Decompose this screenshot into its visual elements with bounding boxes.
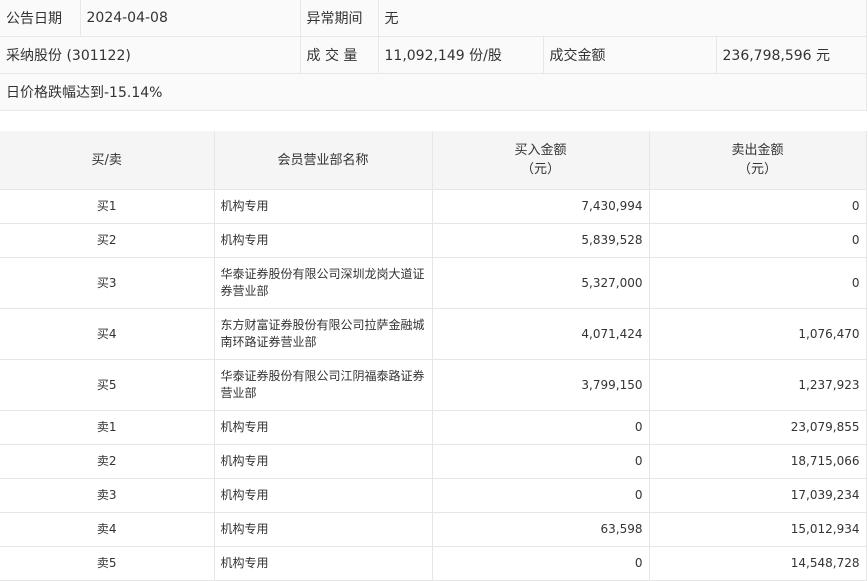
row-branch: 机构专用 xyxy=(214,410,433,445)
table-row: 买1 机构专用 7,430,994 0 xyxy=(0,189,867,224)
buy-amount-header-unit: （元） xyxy=(520,162,560,177)
row-side: 卖4 xyxy=(0,512,215,547)
row-sell-amount: 1,237,923 xyxy=(649,359,867,411)
info-table: 公告日期 2024-04-08 异常期间 无 采纳股份 (301122) 成 交… xyxy=(0,0,867,111)
row-branch: 机构专用 xyxy=(214,512,433,547)
volume-label: 成 交 量 xyxy=(300,36,379,74)
table-row: 卖3 机构专用 0 17,039,234 xyxy=(0,478,867,513)
info-row-stock: 采纳股份 (301122) 成 交 量 11,092,149 份/股 成交金额 … xyxy=(0,36,867,74)
row-side: 买5 xyxy=(0,359,215,411)
reason-text: 日价格跌幅达到-15.14% xyxy=(0,73,867,111)
row-sell-amount: 0 xyxy=(649,223,867,258)
row-branch: 华泰证券股份有限公司深圳龙岗大道证券营业部 xyxy=(214,257,433,309)
row-sell-amount: 0 xyxy=(649,189,867,224)
row-branch: 机构专用 xyxy=(214,478,433,513)
buy-amount-header-text: 买入金额 xyxy=(514,143,567,158)
row-side: 卖3 xyxy=(0,478,215,513)
row-side: 买3 xyxy=(0,257,215,309)
side-header: 买/卖 xyxy=(0,131,215,190)
row-buy-amount: 63,598 xyxy=(432,512,650,547)
row-branch: 东方财富证券股份有限公司拉萨金融城南环路证券营业部 xyxy=(214,308,433,360)
stock-name: 采纳股份 (301122) xyxy=(0,36,301,74)
row-side: 买1 xyxy=(0,189,215,224)
abnormal-period-value: 无 xyxy=(378,0,867,37)
row-buy-amount: 0 xyxy=(432,444,650,479)
amount-value: 236,798,596 元 xyxy=(716,36,867,74)
row-buy-amount: 5,839,528 xyxy=(432,223,650,258)
table-row: 买4 东方财富证券股份有限公司拉萨金融城南环路证券营业部 4,071,424 1… xyxy=(0,308,867,360)
table-row: 买2 机构专用 5,839,528 0 xyxy=(0,223,867,258)
amount-label: 成交金额 xyxy=(543,36,717,74)
row-side: 买2 xyxy=(0,223,215,258)
volume-value: 11,092,149 份/股 xyxy=(378,36,544,74)
row-branch: 机构专用 xyxy=(214,189,433,224)
row-buy-amount: 4,071,424 xyxy=(432,308,650,360)
announce-date-label: 公告日期 xyxy=(0,0,81,37)
table-row: 卖1 机构专用 0 23,079,855 xyxy=(0,410,867,445)
table-row: 卖4 机构专用 63,598 15,012,934 xyxy=(0,512,867,547)
row-branch: 机构专用 xyxy=(214,546,433,581)
row-buy-amount: 5,327,000 xyxy=(432,257,650,309)
table-row: 卖2 机构专用 0 18,715,066 xyxy=(0,444,867,479)
row-side: 卖1 xyxy=(0,410,215,445)
row-buy-amount: 0 xyxy=(432,410,650,445)
row-sell-amount: 17,039,234 xyxy=(649,478,867,513)
sell-amount-header: 卖出金额 （元） xyxy=(649,131,867,190)
row-buy-amount: 0 xyxy=(432,478,650,513)
info-row-date: 公告日期 2024-04-08 异常期间 无 xyxy=(0,0,867,37)
buy-amount-header: 买入金额 （元） xyxy=(432,131,650,190)
row-sell-amount: 1,076,470 xyxy=(649,308,867,360)
row-buy-amount: 3,799,150 xyxy=(432,359,650,411)
row-side: 卖2 xyxy=(0,444,215,479)
announce-date-value: 2024-04-08 xyxy=(80,0,301,37)
row-branch: 机构专用 xyxy=(214,444,433,479)
table-row: 卖5 机构专用 0 14,548,728 xyxy=(0,546,867,581)
abnormal-period-label: 异常期间 xyxy=(300,0,379,37)
row-sell-amount: 23,079,855 xyxy=(649,410,867,445)
row-sell-amount: 18,715,066 xyxy=(649,444,867,479)
row-buy-amount: 0 xyxy=(432,546,650,581)
row-sell-amount: 15,012,934 xyxy=(649,512,867,547)
row-sell-amount: 14,548,728 xyxy=(649,546,867,581)
trade-table: 买/卖 会员营业部名称 买入金额 （元） 卖出金额 （元） 买1 机构专用 7,… xyxy=(0,131,867,581)
trade-table-header: 买/卖 会员营业部名称 买入金额 （元） 卖出金额 （元） xyxy=(0,131,867,190)
table-row: 买5 华泰证券股份有限公司江阴福泰路证券营业部 3,799,150 1,237,… xyxy=(0,359,867,411)
row-side: 卖5 xyxy=(0,546,215,581)
row-sell-amount: 0 xyxy=(649,257,867,309)
sell-amount-header-text: 卖出金额 xyxy=(731,143,784,158)
sell-amount-header-unit: （元） xyxy=(737,162,777,177)
row-branch: 机构专用 xyxy=(214,223,433,258)
info-row-reason: 日价格跌幅达到-15.14% xyxy=(0,73,867,111)
row-branch: 华泰证券股份有限公司江阴福泰路证券营业部 xyxy=(214,359,433,411)
table-row: 买3 华泰证券股份有限公司深圳龙岗大道证券营业部 5,327,000 0 xyxy=(0,257,867,309)
branch-header: 会员营业部名称 xyxy=(214,131,433,190)
row-side: 买4 xyxy=(0,308,215,360)
row-buy-amount: 7,430,994 xyxy=(432,189,650,224)
